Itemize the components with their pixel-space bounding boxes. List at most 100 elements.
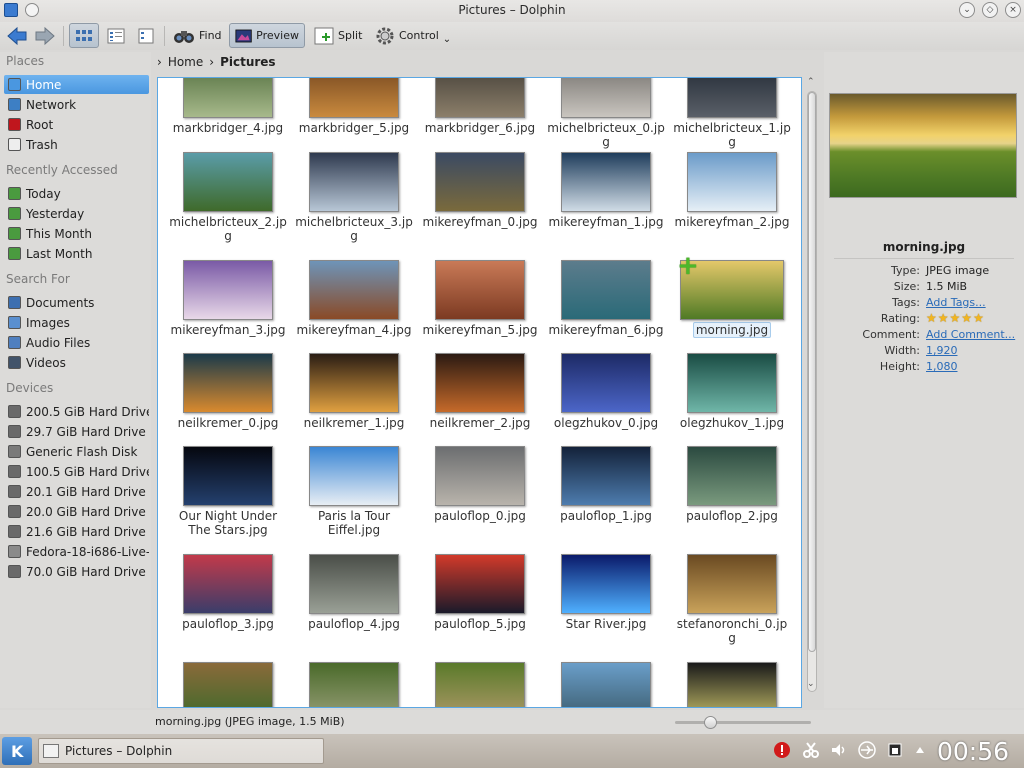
scrollbar-thumb[interactable] [808, 92, 816, 652]
usb-device-icon[interactable] [858, 741, 876, 759]
places-item[interactable]: Root [4, 115, 149, 134]
file-item[interactable]: neilkremer_2.jpg [417, 353, 543, 430]
places-item[interactable]: 20.1 GiB Hard Drive [4, 482, 149, 501]
volume-icon[interactable] [830, 741, 848, 759]
back-arrow-icon[interactable] [6, 25, 28, 47]
zoom-slider-handle[interactable] [704, 716, 717, 729]
info-value[interactable]: Add Tags... [926, 296, 986, 309]
file-item[interactable]: markbridger_6.jpg [417, 78, 543, 135]
details-view-button[interactable] [102, 23, 130, 48]
star-icon[interactable]: ★ [973, 312, 984, 324]
file-item[interactable]: stefanoronchi_0.jpg [669, 554, 795, 645]
info-value[interactable]: Add Comment... [926, 328, 1015, 341]
taskbar-task-dolphin[interactable]: Pictures – Dolphin [38, 738, 324, 764]
places-item[interactable]: Today [4, 184, 149, 203]
places-item[interactable]: Last Month [4, 244, 149, 263]
places-item[interactable]: 200.5 GiB Hard Drive [4, 402, 149, 421]
network-manager-icon[interactable] [886, 741, 904, 759]
file-item[interactable]: mikereyfman_0.jpg [417, 152, 543, 229]
file-item[interactable]: mikereyfman_5.jpg [417, 260, 543, 337]
file-item[interactable]: Star River.jpg [543, 554, 669, 631]
places-item[interactable]: Fedora-18-i686-Live-De [4, 542, 149, 561]
breadcrumb-root-arrow-icon[interactable]: › [157, 55, 162, 69]
file-item[interactable]: pauloflop_2.jpg [669, 446, 795, 523]
breadcrumb-home[interactable]: Home [168, 55, 203, 69]
info-value[interactable]: 1,080 [926, 360, 958, 373]
preview-button[interactable]: Preview [229, 23, 305, 48]
places-item[interactable]: 70.0 GiB Hard Drive [4, 562, 149, 581]
places-item[interactable]: 21.6 GiB Hard Drive [4, 522, 149, 541]
places-item[interactable]: 100.5 GiB Hard Drive [4, 462, 149, 481]
places-item[interactable]: Audio Files [4, 333, 149, 352]
places-item[interactable]: Yesterday [4, 204, 149, 223]
breadcrumb-current[interactable]: Pictures [220, 55, 276, 69]
file-item[interactable]: pauloflop_1.jpg [543, 446, 669, 523]
find-button[interactable]: Find [168, 23, 227, 48]
breadcrumb-separator-icon[interactable]: › [209, 55, 214, 69]
file-item[interactable]: pauloflop_4.jpg [291, 554, 417, 631]
kde-menu-button[interactable]: K [2, 737, 32, 765]
star-icon[interactable]: ★ [926, 312, 937, 324]
file-item[interactable]: michelbricteux_2.jpg [165, 152, 291, 243]
file-item[interactable]: pauloflop_5.jpg [417, 554, 543, 631]
file-item[interactable]: mikereyfman_4.jpg [291, 260, 417, 337]
info-value[interactable]: 1,920 [926, 344, 958, 357]
minimize-button[interactable]: ⌄ [959, 2, 975, 18]
close-button[interactable]: × [1005, 2, 1021, 18]
file-item[interactable]: neilkremer_1.jpg [291, 353, 417, 430]
maximize-button[interactable]: ◇ [982, 2, 998, 18]
file-item[interactable]: mikereyfman_6.jpg [543, 260, 669, 337]
forward-arrow-icon[interactable] [34, 25, 56, 47]
scrollbar-track[interactable] [807, 91, 817, 692]
file-item[interactable]: michelbricteux_0.jpg [543, 78, 669, 149]
klipper-scissors-icon[interactable] [802, 741, 820, 759]
file-item[interactable]: michelbricteux_1.jpg [669, 78, 795, 149]
scroll-down-icon[interactable]: ⌄ [807, 679, 815, 689]
clock[interactable]: 00:56 [937, 737, 1009, 766]
file-item[interactable]: pauloflop_3.jpg [165, 554, 291, 631]
star-icon[interactable]: ★ [961, 312, 972, 324]
rating-stars[interactable]: ★ ★ ★ ★ ★ [926, 312, 984, 325]
places-item[interactable]: Images [4, 313, 149, 332]
file-item[interactable]: mikereyfman_3.jpg [165, 260, 291, 337]
file-item[interactable]: markbridger_4.jpg [165, 78, 291, 135]
places-item[interactable]: 29.7 GiB Hard Drive [4, 422, 149, 441]
file-item[interactable] [291, 662, 417, 707]
places-item[interactable]: Documents [4, 293, 149, 312]
add-to-selection-icon[interactable]: + [677, 253, 699, 279]
scroll-up-icon[interactable]: ⌃ [807, 77, 815, 87]
places-item[interactable]: Trash [4, 135, 149, 154]
file-item[interactable]: olegzhukov_0.jpg [543, 353, 669, 430]
places-item[interactable]: Videos [4, 353, 149, 372]
file-item[interactable]: Our Night Under The Stars.jpg [165, 446, 291, 537]
file-item[interactable]: mikereyfman_2.jpg [669, 152, 795, 229]
tray-expand-arrow-icon[interactable] [914, 741, 926, 759]
star-icon[interactable]: ★ [950, 312, 961, 324]
places-item[interactable]: 20.0 GiB Hard Drive [4, 502, 149, 521]
file-item[interactable] [165, 662, 291, 707]
control-menu-button[interactable]: Control ⌄ [370, 23, 456, 48]
file-item[interactable]: michelbricteux_3.jpg [291, 152, 417, 243]
file-item[interactable]: Paris la Tour Eiffel.jpg [291, 446, 417, 537]
file-view-vertical-scrollbar[interactable]: ⌃ ⌄ [805, 77, 819, 708]
file-item[interactable] [417, 662, 543, 707]
file-item[interactable]: olegzhukov_1.jpg [669, 353, 795, 430]
places-item[interactable]: Network [4, 95, 149, 114]
file-item[interactable]: mikereyfman_1.jpg [543, 152, 669, 229]
file-item[interactable] [543, 662, 669, 707]
star-icon[interactable]: ★ [938, 312, 949, 324]
compact-view-button[interactable] [133, 23, 159, 48]
places-item[interactable]: This Month [4, 224, 149, 243]
split-button[interactable]: Split [309, 23, 367, 48]
places-item[interactable]: Generic Flash Disk [4, 442, 149, 461]
file-item[interactable]: neilkremer_0.jpg [165, 353, 291, 430]
zoom-slider[interactable] [675, 716, 811, 729]
file-item[interactable]: pauloflop_0.jpg [417, 446, 543, 523]
notification-alert-icon[interactable] [773, 741, 791, 759]
file-item[interactable]: markbridger_5.jpg [291, 78, 417, 135]
file-item[interactable] [669, 662, 795, 707]
places-item[interactable]: Home [4, 75, 149, 94]
icons-view-button[interactable] [69, 23, 99, 48]
file-view[interactable]: markbridger_4.jpg markbridger_5.jpg markbr… [157, 77, 802, 708]
file-item[interactable]: + morning.jpg [669, 253, 795, 338]
